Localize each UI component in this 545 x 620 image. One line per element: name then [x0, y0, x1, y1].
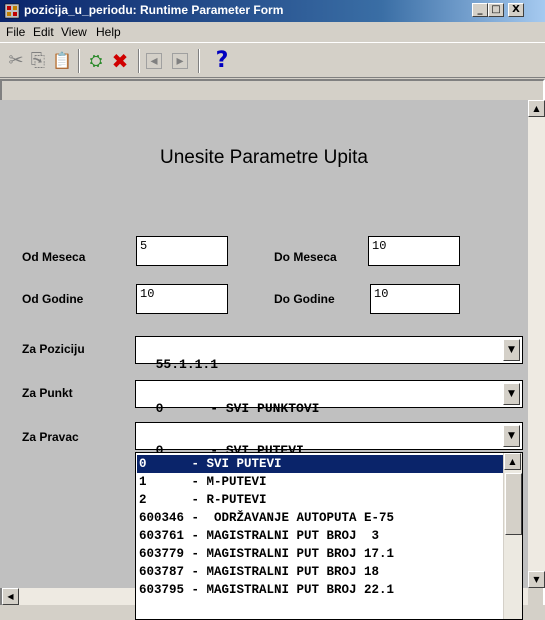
- za-punkt-combo[interactable]: 0 - SVI PUNKTOVI ▼: [135, 380, 523, 416]
- za-poziciju-combo[interactable]: 55.1.1.1 ▼: [135, 336, 523, 372]
- od-godine-label: Od Godine: [22, 292, 84, 306]
- list-item[interactable]: 603795 - MAGISTRALNI PUT BROJ 22.1: [137, 581, 503, 599]
- close-button[interactable]: X: [508, 3, 524, 17]
- cut-icon[interactable]: ✂: [4, 49, 28, 73]
- list-item[interactable]: 0 - SVI PUTEVI: [137, 455, 503, 473]
- list-item[interactable]: 603761 - MAGISTRALNI PUT BROJ 3: [137, 527, 503, 545]
- cancel-icon[interactable]: ✖: [108, 49, 132, 73]
- list-item[interactable]: 2 - R-PUTEVI: [137, 491, 503, 509]
- do-meseca-label: Do Meseca: [274, 250, 337, 264]
- menu-file[interactable]: File: [6, 25, 25, 39]
- toolbar-separator: [138, 49, 140, 73]
- toolbar-separator: [198, 49, 200, 73]
- toolbar: ✂ ⎘ 📋 ⛭ ✖ ◂ ▸ ?: [0, 42, 545, 78]
- od-godine-field[interactable]: 10: [136, 284, 228, 314]
- scroll-down-icon[interactable]: ▼: [528, 571, 545, 588]
- list-item[interactable]: 1 - M-PUTEVI: [137, 473, 503, 491]
- toolbar-separator: [78, 49, 80, 73]
- scroll-up-icon[interactable]: ▲: [504, 453, 521, 470]
- list-item[interactable]: 603787 - MAGISTRALNI PUT BROJ 18: [137, 563, 503, 581]
- menu-help[interactable]: Help: [96, 25, 121, 39]
- za-poziciju-value: 55.1.1.1: [155, 357, 219, 372]
- za-pravac-label: Za Pravac: [22, 430, 79, 444]
- previous-page-icon[interactable]: ◂: [146, 53, 162, 69]
- chevron-down-icon[interactable]: ▼: [503, 425, 520, 447]
- window-title: pozicija_u_periodu: Runtime Parameter Fo…: [24, 3, 284, 17]
- do-godine-label: Do Godine: [274, 292, 335, 306]
- do-meseca-field[interactable]: 10: [368, 236, 460, 266]
- menu-view[interactable]: View: [61, 25, 87, 39]
- maximize-button[interactable]: □: [488, 3, 504, 17]
- od-meseca-field[interactable]: 5: [136, 236, 228, 266]
- scrollbar-thumb[interactable]: [505, 473, 522, 535]
- za-poziciju-label: Za Poziciju: [22, 342, 85, 356]
- dropdown-scrollbar[interactable]: ▲: [503, 453, 522, 619]
- vertical-scrollbar[interactable]: ▲ ▼: [528, 100, 545, 588]
- za-pravac-dropdown-list[interactable]: 0 - SVI PUTEVI 1 - M-PUTEVI 2 - R-PUTEVI…: [135, 452, 523, 620]
- scroll-up-icon[interactable]: ▲: [528, 100, 545, 117]
- scroll-left-icon[interactable]: ◀: [2, 588, 19, 605]
- za-punkt-label: Za Punkt: [22, 386, 73, 400]
- paste-icon[interactable]: 📋: [50, 49, 74, 73]
- chevron-down-icon[interactable]: ▼: [503, 383, 520, 405]
- help-icon[interactable]: ?: [210, 49, 234, 73]
- next-page-icon[interactable]: ▸: [172, 53, 188, 69]
- chevron-down-icon[interactable]: ▼: [503, 339, 520, 361]
- list-item[interactable]: 600346 - ODRŽAVANJE AUTOPUTA E-75: [137, 509, 503, 527]
- oracle-reports-icon: [4, 3, 20, 19]
- copy-icon[interactable]: ⎘: [26, 49, 50, 73]
- title-bar: pozicija_u_periodu: Runtime Parameter Fo…: [0, 0, 545, 22]
- run-report-icon[interactable]: ⛭: [84, 49, 108, 73]
- menu-bar: File Edit View Help: [0, 22, 545, 42]
- minimize-button[interactable]: _: [472, 3, 488, 17]
- form-title: Unesite Parametre Upita: [159, 147, 369, 168]
- list-item[interactable]: 603779 - MAGISTRALNI PUT BROJ 17.1: [137, 545, 503, 563]
- za-pravac-combo[interactable]: 0 - SVI PUTEVI ▼: [135, 422, 523, 458]
- menu-edit[interactable]: Edit: [33, 25, 54, 39]
- do-godine-field[interactable]: 10: [370, 284, 460, 314]
- od-meseca-label: Od Meseca: [22, 250, 86, 264]
- za-punkt-value: 0 - SVI PUNKTOVI: [155, 401, 320, 416]
